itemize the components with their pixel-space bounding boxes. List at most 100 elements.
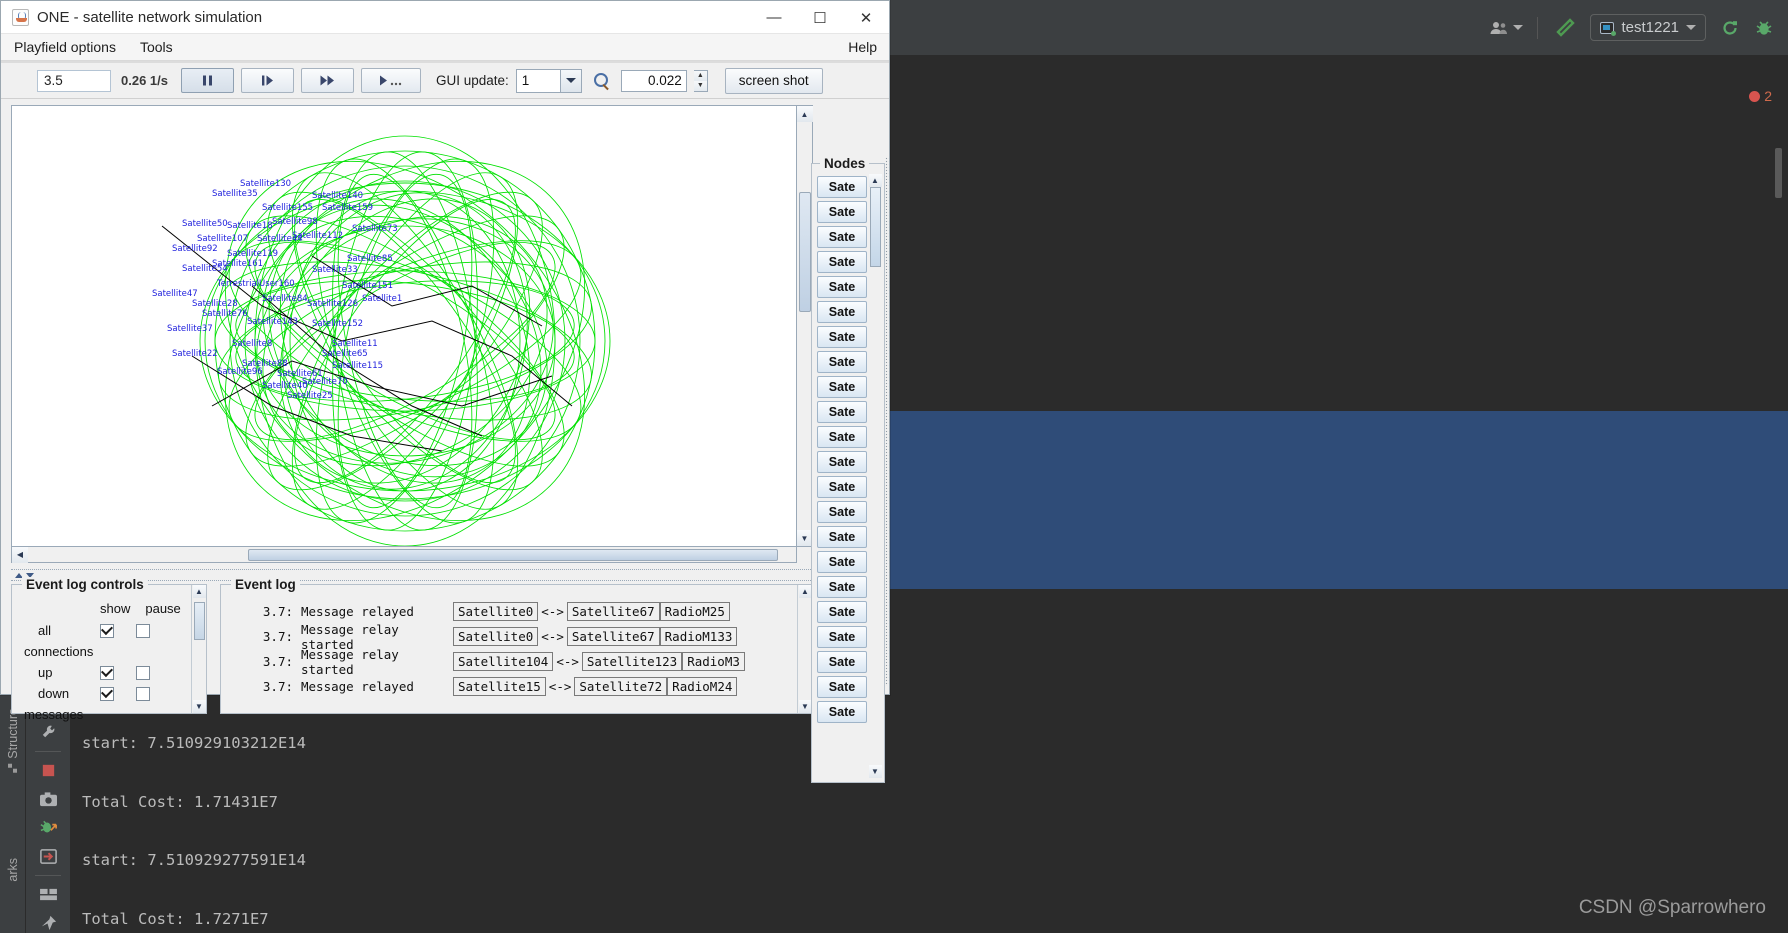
event-log-list[interactable]: 3.7: Message relayed Satellite0 <-> Sate… (221, 585, 812, 699)
event-from-node[interactable]: Satellite0 (453, 602, 539, 621)
editor-scrollbar-thumb[interactable] (1775, 148, 1782, 198)
node-button[interactable]: Sate (817, 351, 867, 373)
stop-icon[interactable] (35, 761, 61, 781)
event-to-node[interactable]: Satellite123 (581, 652, 683, 671)
node-button[interactable]: Sate (817, 276, 867, 298)
event-message[interactable]: RadioM25 (659, 602, 730, 621)
pause-button[interactable] (181, 68, 234, 93)
node-button[interactable]: Sate (817, 526, 867, 548)
pause-checkbox-all[interactable] (136, 623, 150, 638)
event-log-row[interactable]: 3.7: Message relayed Satellite0 <-> Sate… (227, 599, 812, 624)
event-from-node[interactable]: Satellite0 (453, 627, 539, 646)
event-from-node[interactable]: Satellite104 (453, 652, 554, 671)
node-button[interactable]: Sate (817, 576, 867, 598)
run-console-output[interactable]: start: 7.510929103212E14 Total Cost: 1.7… (70, 690, 1788, 933)
event-to-node[interactable]: Satellite67 (566, 602, 660, 621)
gui-update-combo[interactable]: 1 (515, 68, 582, 93)
panel-resize-edge[interactable] (885, 157, 889, 686)
menu-playfield-options[interactable]: Playfield options (11, 37, 119, 57)
wrench-icon[interactable] (35, 723, 61, 743)
event-log-row[interactable]: 3.7: Message relay started Satellite0 <-… (227, 622, 812, 652)
event-log-controls-scrollbar[interactable]: ▲ ▼ (191, 585, 206, 713)
maximize-button[interactable]: ☐ (797, 1, 843, 34)
menu-tools[interactable]: Tools (137, 37, 176, 57)
event-message[interactable]: RadioM133 (659, 627, 738, 646)
spinner-up-button[interactable]: ▲ (693, 70, 707, 81)
minimize-button[interactable]: — (751, 1, 797, 34)
bookmarks-tool-button[interactable]: arks (0, 858, 26, 882)
node-button[interactable]: Sate (817, 551, 867, 573)
scroll-down-arrow[interactable]: ▼ (192, 700, 206, 713)
event-to-node[interactable]: Satellite67 (566, 627, 660, 646)
event-message[interactable]: RadioM3 (682, 652, 745, 671)
step-button[interactable] (241, 68, 294, 93)
node-button[interactable]: Sate (817, 201, 867, 223)
event-to-node[interactable]: Satellite72 (574, 677, 668, 696)
event-log-scrollbar[interactable]: ▲ ▼ (797, 585, 812, 713)
debug-icon[interactable] (1754, 18, 1774, 38)
menu-help[interactable]: Help (848, 39, 877, 55)
playfield-canvas[interactable]: Satellite130 Satellite35 Satellite140 Sa… (11, 105, 797, 547)
node-button[interactable]: Sate (817, 326, 867, 348)
vscroll-thumb[interactable] (869, 187, 881, 267)
fast-forward-button[interactable] (301, 68, 354, 93)
close-button[interactable]: ✕ (843, 1, 889, 34)
zoom-value-field[interactable]: 0.022 (620, 69, 687, 92)
show-checkbox-all[interactable] (100, 623, 114, 638)
node-button[interactable]: Sate (817, 476, 867, 498)
node-button[interactable]: Sate (817, 676, 867, 698)
pause-checkbox-down[interactable] (136, 686, 150, 701)
zoom-spinner[interactable]: ▲ ▼ (693, 69, 708, 92)
screen-shot-button[interactable]: screen shot (724, 67, 823, 94)
pause-checkbox-up[interactable] (136, 665, 150, 680)
rerun-icon[interactable] (1720, 18, 1740, 38)
node-button[interactable]: Sate (817, 301, 867, 323)
error-count-badge[interactable]: 2 (1749, 88, 1772, 104)
node-button[interactable]: Sate (817, 701, 867, 723)
node-button[interactable]: Sate (817, 401, 867, 423)
node-button[interactable]: Sate (817, 651, 867, 673)
node-button[interactable]: Sate (817, 626, 867, 648)
event-message[interactable]: RadioM24 (667, 677, 738, 696)
nodes-list[interactable]: Sate Sate Sate Sate Sate Sate Sate Sate … (817, 176, 867, 779)
scroll-up-arrow[interactable]: ▲ (868, 174, 882, 187)
event-log-row[interactable]: 3.7: Message relay started Satellite104 … (227, 647, 812, 677)
export-icon[interactable] (35, 847, 61, 867)
node-button[interactable]: Sate (817, 426, 867, 448)
vscroll-thumb[interactable] (798, 192, 811, 312)
node-button[interactable]: Sate (817, 376, 867, 398)
run-configuration-selector[interactable]: test1221 (1590, 14, 1706, 41)
node-button[interactable]: Sate (817, 601, 867, 623)
scroll-up-arrow[interactable]: ▲ (798, 585, 812, 598)
node-button[interactable]: Sate (817, 226, 867, 248)
playfield-horizontal-scrollbar[interactable]: ◀ (11, 546, 797, 563)
user-group-icon[interactable] (1489, 20, 1524, 36)
layout-icon[interactable] (35, 885, 61, 905)
nodes-scrollbar[interactable]: ▲ ▼ (868, 174, 882, 778)
scroll-up-arrow[interactable]: ▲ (192, 585, 206, 598)
show-checkbox-up[interactable] (100, 665, 114, 680)
event-log-row[interactable]: 3.7: Message relayed Satellite15 <-> Sat… (227, 674, 812, 699)
hammer-icon[interactable] (1552, 17, 1576, 39)
play-until-button[interactable] (361, 68, 421, 93)
bug-export-icon[interactable] (35, 818, 61, 838)
svg-text:Satellite35: Satellite35 (212, 189, 258, 199)
node-button[interactable]: Sate (817, 251, 867, 273)
svg-text:Satellite73: Satellite73 (352, 224, 398, 234)
node-button[interactable]: Sate (817, 501, 867, 523)
camera-icon[interactable] (35, 789, 61, 809)
show-checkbox-down[interactable] (100, 686, 114, 701)
scroll-left-arrow[interactable]: ◀ (12, 546, 28, 563)
pin-icon[interactable] (35, 913, 61, 933)
event-from-node[interactable]: Satellite15 (453, 677, 546, 696)
scroll-down-arrow[interactable]: ▼ (868, 765, 882, 778)
node-button[interactable]: Sate (817, 176, 867, 198)
vscroll-thumb[interactable] (193, 602, 205, 640)
scroll-down-arrow[interactable]: ▼ (798, 700, 812, 713)
node-button[interactable]: Sate (817, 451, 867, 473)
spinner-down-button[interactable]: ▼ (693, 80, 707, 91)
sim-time-field[interactable]: 3.5 (37, 69, 111, 92)
hscroll-thumb[interactable] (248, 548, 778, 561)
combo-arrow-button[interactable] (559, 69, 581, 92)
scroll-up-arrow[interactable]: ▲ (796, 106, 813, 122)
